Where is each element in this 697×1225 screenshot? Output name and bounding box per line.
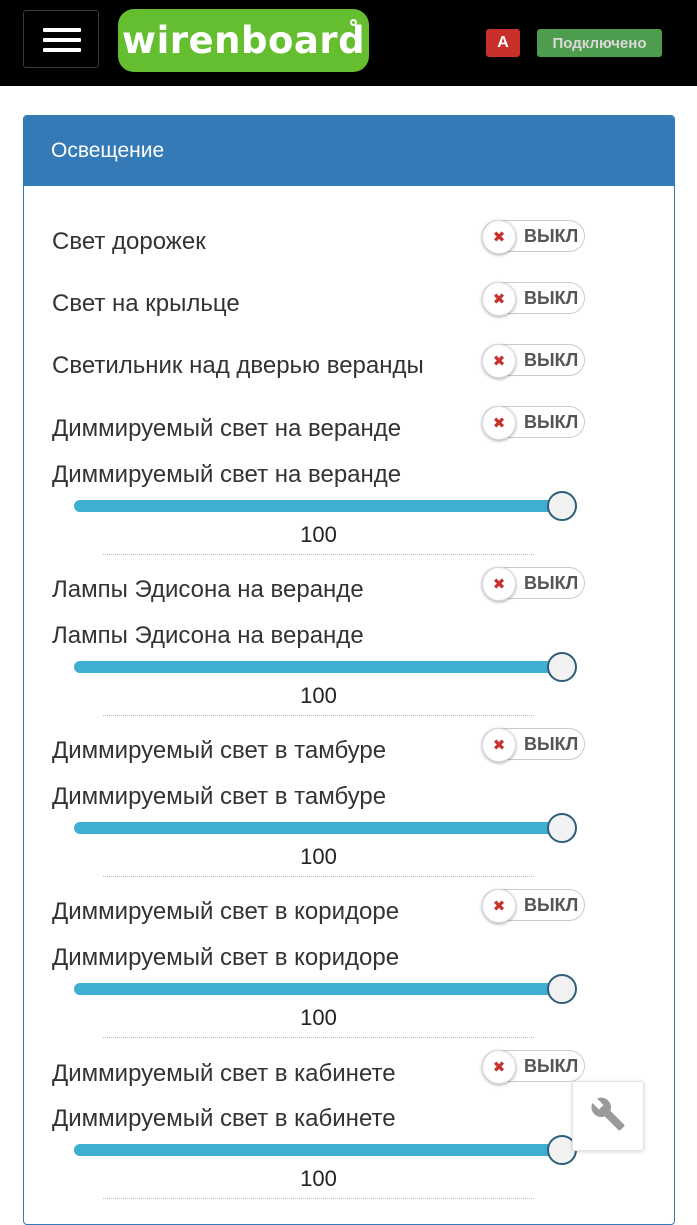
slider-label: Диммируемый свет в коридоре (52, 944, 400, 971)
menu-button[interactable] (23, 10, 99, 68)
toggle-state: ВЫКЛ (524, 1056, 579, 1076)
slider-label: Диммируемый свет в кабинете (52, 1105, 396, 1132)
toggle-switch[interactable]: ✖ ВЫКЛ (482, 1050, 585, 1084)
close-icon: ✖ (482, 406, 516, 440)
close-icon: ✖ (482, 728, 516, 762)
slider-value: 100 (103, 522, 534, 555)
dimmer-slider[interactable] (74, 974, 577, 1004)
toggle-switch[interactable]: ✖ ВЫКЛ (482, 728, 585, 762)
switch-label: Свет на крыльце (52, 290, 240, 317)
settings-button[interactable] (572, 1081, 644, 1151)
toggle-switch[interactable]: ✖ ВЫКЛ (482, 889, 585, 923)
hamburger-menu-icon-bar (43, 48, 81, 52)
switch-label: Диммируемый свет в коридоре (52, 898, 400, 925)
alert-badge[interactable]: A (486, 29, 520, 57)
slider-thumb[interactable] (547, 813, 577, 843)
slider-label: Диммируемый свет в тамбуре (52, 783, 387, 810)
toggle-state: ВЫКЛ (524, 895, 579, 915)
toggle-switch[interactable]: ✖ ВЫКЛ (482, 567, 585, 601)
toggle-switch[interactable]: ✖ ВЫКЛ (482, 220, 585, 254)
connection-status-badge: Подключено (537, 29, 662, 57)
panel-title: Освещение (24, 116, 674, 186)
close-icon: ✖ (482, 567, 516, 601)
dimmer-slider[interactable] (74, 652, 577, 682)
close-icon: ✖ (482, 1050, 516, 1084)
close-icon: ✖ (482, 220, 516, 254)
registered-mark-icon (350, 19, 357, 26)
slider-value: 100 (103, 1005, 534, 1038)
slider-thumb[interactable] (547, 491, 577, 521)
switch-label: Лампы Эдисона на веранде (52, 576, 364, 603)
switch-label: Диммируемый свет на веранде (52, 415, 402, 442)
switch-label: Диммируемый свет в кабинете (52, 1060, 396, 1087)
toggle-switch[interactable]: ✖ ВЫКЛ (482, 344, 585, 378)
switch-label: Свет дорожек (52, 228, 206, 255)
close-icon: ✖ (482, 889, 516, 923)
hamburger-menu-icon-bar (43, 38, 81, 42)
toggle-state: ВЫКЛ (524, 350, 579, 370)
toggle-switch[interactable]: ✖ ВЫКЛ (482, 282, 585, 316)
toggle-state: ВЫКЛ (524, 226, 579, 246)
logo-text: wirenboard (121, 19, 366, 62)
dimmer-slider[interactable] (74, 1135, 577, 1165)
slider-thumb[interactable] (547, 652, 577, 682)
slider-value: 100 (103, 844, 534, 877)
slider-thumb[interactable] (547, 974, 577, 1004)
toggle-switch[interactable]: ✖ ВЫКЛ (482, 406, 585, 440)
top-navbar: wirenboard A Подключено (0, 0, 697, 86)
dimmer-slider[interactable] (74, 491, 577, 521)
close-icon: ✖ (482, 282, 516, 316)
lighting-panel: Освещение Свет дорожек ✖ ВЫКЛ Свет на кр… (23, 115, 675, 1225)
switch-label: Светильник над дверью веранды (52, 352, 424, 379)
switch-label: Диммируемый свет в тамбуре (52, 737, 387, 764)
slider-value: 100 (103, 683, 534, 716)
toggle-state: ВЫКЛ (524, 288, 579, 308)
slider-value: 100 (103, 1166, 534, 1199)
slider-label: Диммируемый свет на веранде (52, 461, 402, 488)
close-icon: ✖ (482, 344, 516, 378)
toggle-state: ВЫКЛ (524, 734, 579, 754)
hamburger-menu-icon (43, 28, 81, 32)
wirenboard-logo[interactable]: wirenboard (118, 9, 369, 72)
toggle-state: ВЫКЛ (524, 412, 579, 432)
wrench-icon (590, 1096, 626, 1137)
dimmer-slider[interactable] (74, 813, 577, 843)
toggle-state: ВЫКЛ (524, 573, 579, 593)
slider-label: Лампы Эдисона на веранде (52, 622, 364, 649)
